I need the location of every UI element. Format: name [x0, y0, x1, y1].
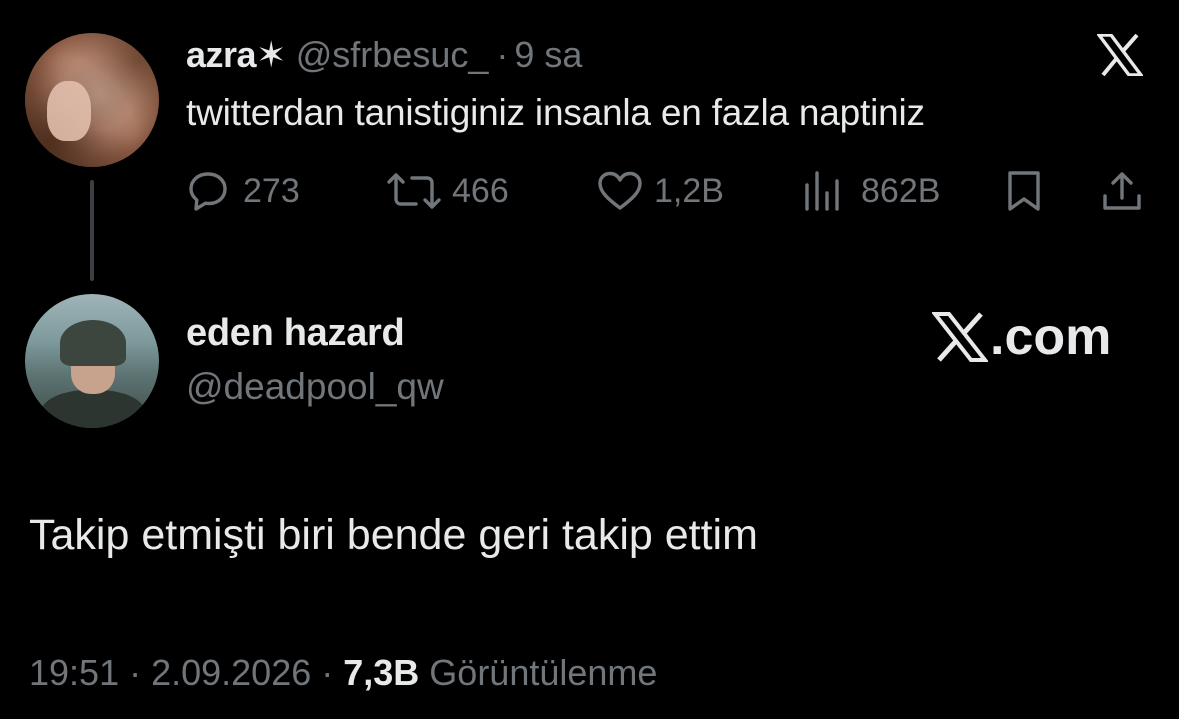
display-name-text: azra: [186, 34, 257, 75]
display-name[interactable]: eden hazard: [186, 312, 405, 355]
avatar-photo-helmet: [60, 320, 126, 366]
brand-domain-text: .com: [990, 308, 1112, 366]
tweet-text: Takip etmişti biri bende geri takip etti…: [29, 511, 758, 559]
thread-connector-line: [90, 180, 94, 281]
analytics-icon: [805, 171, 839, 211]
x-logo-icon: [1095, 33, 1145, 77]
tweet-text: twitterdan tanistiginiz insanla en fazla…: [186, 92, 925, 133]
reply-count: 273: [243, 171, 300, 210]
meta-separator: ·: [129, 652, 142, 693]
bookmark-button[interactable]: [1005, 168, 1043, 214]
avatar-photo-hair: [25, 33, 159, 167]
bookmark-icon: [1008, 171, 1040, 211]
share-button[interactable]: [1101, 168, 1143, 214]
views-total: 7,3B: [343, 652, 420, 693]
user-handle[interactable]: @deadpool_qw: [186, 366, 444, 408]
avatar[interactable]: [25, 294, 159, 428]
reply-button[interactable]: 273: [187, 168, 300, 214]
views-count: 862B: [861, 171, 941, 210]
tweet-time[interactable]: 19:51: [29, 652, 119, 694]
share-icon: [1103, 172, 1141, 210]
like-count: 1,2B: [654, 171, 724, 210]
meta-separator: ·: [321, 652, 334, 693]
user-handle[interactable]: @sfrbesuc_: [296, 34, 489, 76]
header-separator: ·: [496, 34, 509, 75]
tweet-timestamp[interactable]: 9 sa: [514, 34, 582, 76]
like-button[interactable]: 1,2B: [596, 168, 724, 214]
tweet-meta: 19:51 · 2.09.2026 · 7,3B Görüntülenme: [29, 650, 657, 696]
x-com-branding: .com: [932, 308, 1112, 366]
x-logo-icon: [932, 312, 988, 362]
tweet-date[interactable]: 2.09.2026: [151, 652, 311, 694]
views-button[interactable]: 862B: [803, 168, 940, 214]
repost-button[interactable]: 466: [386, 168, 509, 214]
heart-icon: [598, 171, 642, 210]
name-star-symbol: ✶: [256, 34, 286, 75]
repost-count: 466: [452, 171, 509, 210]
tweet-header: azra✶ @sfrbesuc_ · 9 sa: [186, 33, 582, 77]
avatar-photo-shoulders: [41, 390, 145, 428]
display-name[interactable]: azra✶: [186, 34, 286, 76]
reply-icon: [189, 172, 227, 211]
repost-icon: [387, 173, 441, 209]
avatar-photo-hand: [47, 81, 91, 141]
views-label: Görüntülenme: [429, 652, 658, 693]
avatar[interactable]: [25, 33, 159, 167]
